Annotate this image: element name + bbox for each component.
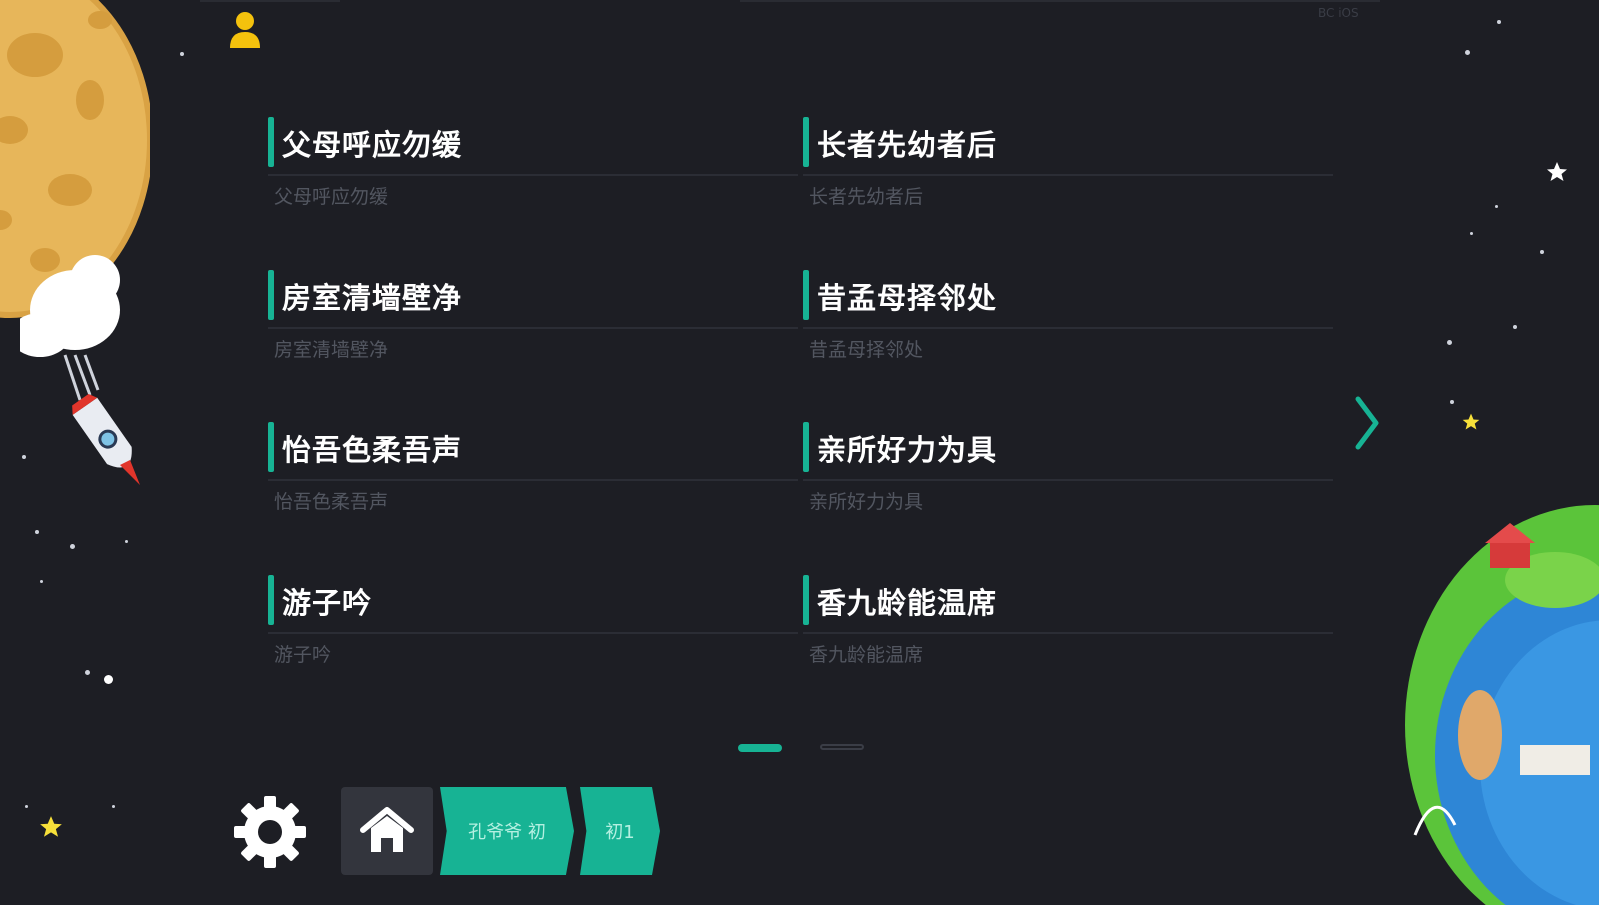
item-accent-bar <box>803 270 809 320</box>
lesson-item[interactable]: 香九龄能温席 香九龄能温席 <box>803 570 1338 680</box>
lesson-subtitle: 房室清墙壁净 <box>274 339 389 361</box>
lesson-item[interactable]: 昔孟母择邻处 昔孟母择邻处 <box>803 265 1338 375</box>
lesson-item[interactable]: 房室清墙壁净 房室清墙壁净 <box>268 265 803 375</box>
item-accent-bar <box>803 575 809 625</box>
lesson-item[interactable]: 长者先幼者后 长者先幼者后 <box>803 112 1338 222</box>
item-accent-bar <box>803 117 809 167</box>
lesson-item[interactable]: 父母呼应勿缓 父母呼应勿缓 <box>268 112 803 222</box>
breadcrumb-level-2[interactable]: 初1 <box>580 787 660 875</box>
item-accent-bar <box>803 422 809 472</box>
top-divider-left <box>200 0 340 2</box>
chevron-right-icon[interactable] <box>1352 395 1382 451</box>
rocket-illustration <box>20 255 140 485</box>
breadcrumb-level-1[interactable]: 孔爷爷 初 <box>440 787 574 875</box>
lesson-title: 昔孟母择邻处 <box>817 281 998 315</box>
home-button[interactable] <box>341 787 433 875</box>
lesson-title: 父母呼应勿缓 <box>282 128 463 162</box>
white-star-icon <box>1547 162 1567 181</box>
item-divider <box>803 327 1333 329</box>
item-divider <box>803 479 1333 481</box>
user-icon[interactable] <box>228 10 262 50</box>
item-divider <box>268 632 798 634</box>
item-accent-bar <box>268 422 274 472</box>
item-divider <box>268 174 798 176</box>
gear-icon[interactable] <box>232 794 308 870</box>
lesson-title: 怡吾色柔吾声 <box>282 433 463 467</box>
top-divider-right <box>740 0 1380 2</box>
lesson-subtitle: 长者先幼者后 <box>809 186 924 208</box>
item-divider <box>803 632 1333 634</box>
item-divider <box>803 174 1333 176</box>
item-accent-bar <box>268 270 274 320</box>
lesson-subtitle: 父母呼应勿缓 <box>274 186 389 208</box>
lesson-title: 香九龄能温席 <box>817 586 998 620</box>
item-accent-bar <box>268 575 274 625</box>
home-icon <box>360 807 414 852</box>
yellow-star-icon <box>40 816 62 837</box>
lesson-item[interactable]: 怡吾色柔吾声 怡吾色柔吾声 <box>268 417 803 527</box>
lesson-subtitle: 游子吟 <box>274 644 332 666</box>
version-label: BC iOS <box>1318 6 1359 20</box>
item-divider <box>268 327 798 329</box>
item-divider <box>268 479 798 481</box>
lesson-title: 长者先幼者后 <box>817 128 998 162</box>
lesson-title: 房室清墙壁净 <box>282 281 463 315</box>
lesson-item[interactable]: 游子吟 游子吟 <box>268 570 803 680</box>
page-indicator-active[interactable] <box>738 744 782 752</box>
lesson-subtitle: 昔孟母择邻处 <box>809 339 924 361</box>
page-indicator-inactive[interactable] <box>820 744 864 750</box>
item-accent-bar <box>268 117 274 167</box>
earth-illustration <box>1405 505 1599 905</box>
lesson-title: 亲所好力为具 <box>817 433 998 467</box>
lesson-subtitle: 怡吾色柔吾声 <box>274 491 389 513</box>
yellow-star-icon <box>1462 413 1480 430</box>
lesson-subtitle: 香九龄能温席 <box>809 644 924 666</box>
lesson-item[interactable]: 亲所好力为具 亲所好力为具 <box>803 417 1338 527</box>
lesson-subtitle: 亲所好力为具 <box>809 491 924 513</box>
lesson-title: 游子吟 <box>282 586 373 620</box>
